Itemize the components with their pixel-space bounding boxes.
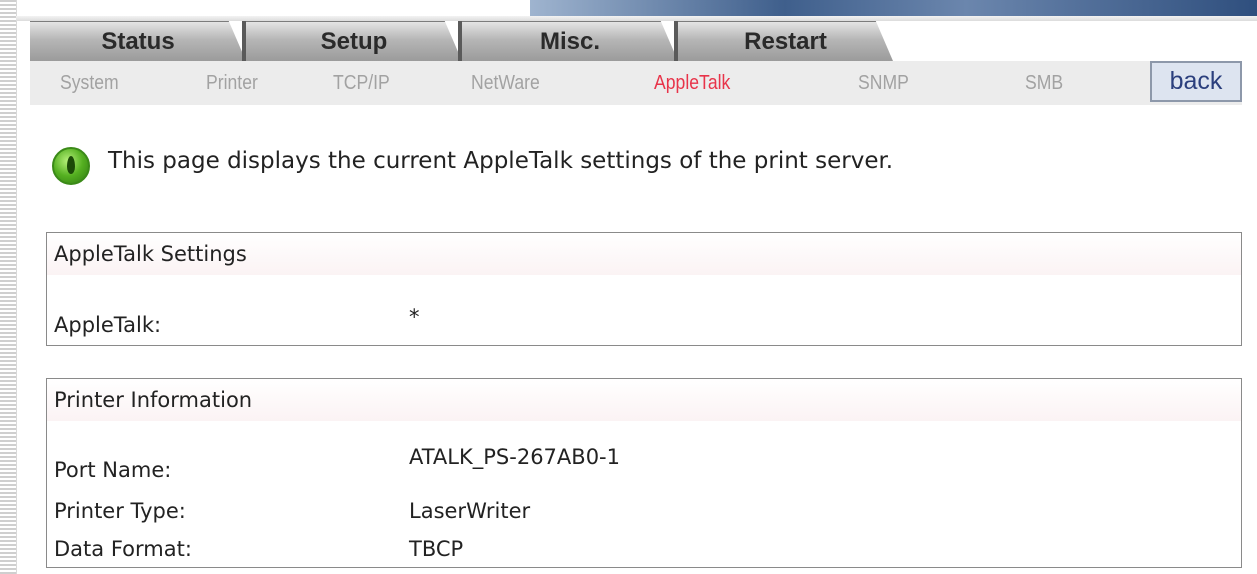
- back-button-label: back: [1169, 67, 1223, 95]
- tab-restart-label: Restart: [744, 27, 827, 55]
- data-format-label: Data Format:: [54, 537, 192, 561]
- port-name-label: Port Name:: [54, 458, 172, 482]
- subnav-item-tcpip[interactable]: TCP/IP: [333, 61, 390, 105]
- sub-navigation-bar: System Printer TCP/IP NetWare AppleTalk …: [30, 61, 1242, 105]
- port-name-value: ATALK_PS-267AB0-1: [409, 445, 620, 469]
- header-banner: [530, 0, 1257, 16]
- data-format-value: TBCP: [409, 537, 464, 561]
- subnav-item-appletalk[interactable]: AppleTalk: [654, 61, 730, 105]
- printer-information-panel: Printer Information Port Name: ATALK_PS-…: [46, 378, 1242, 568]
- panel-title: Printer Information: [47, 379, 1241, 421]
- subnav-item-netware[interactable]: NetWare: [471, 61, 540, 105]
- tab-misc-label: Misc.: [539, 27, 601, 55]
- page-description: This page displays the current AppleTalk…: [108, 148, 894, 174]
- appletalk-settings-panel: AppleTalk Settings AppleTalk: *: [46, 232, 1242, 346]
- printer-type-label: Printer Type:: [54, 499, 186, 523]
- tab-divider: [242, 21, 246, 61]
- tab-misc[interactable]: Misc.: [462, 21, 678, 61]
- panel-title: AppleTalk Settings: [47, 233, 1241, 275]
- subnav-item-snmp[interactable]: SNMP: [858, 61, 909, 105]
- tab-divider: [458, 21, 462, 61]
- tab-setup-label: Setup: [320, 27, 388, 55]
- back-button[interactable]: back: [1150, 61, 1242, 102]
- tab-restart[interactable]: Restart: [678, 21, 893, 61]
- tab-status[interactable]: Status: [30, 21, 246, 61]
- tab-status-label: Status: [101, 27, 175, 55]
- subnav-item-system[interactable]: System: [60, 61, 119, 105]
- tab-divider: [674, 21, 678, 61]
- header-divider: [16, 16, 1257, 21]
- printer-type-value: LaserWriter: [409, 499, 531, 523]
- appletalk-label: AppleTalk:: [54, 313, 162, 337]
- tab-setup[interactable]: Setup: [246, 21, 462, 61]
- subnav-item-smb[interactable]: SMB: [1025, 61, 1063, 105]
- left-border-decoration: [0, 0, 17, 574]
- info-icon: [52, 147, 90, 185]
- subnav-item-printer[interactable]: Printer: [206, 61, 258, 105]
- appletalk-value: *: [409, 305, 420, 329]
